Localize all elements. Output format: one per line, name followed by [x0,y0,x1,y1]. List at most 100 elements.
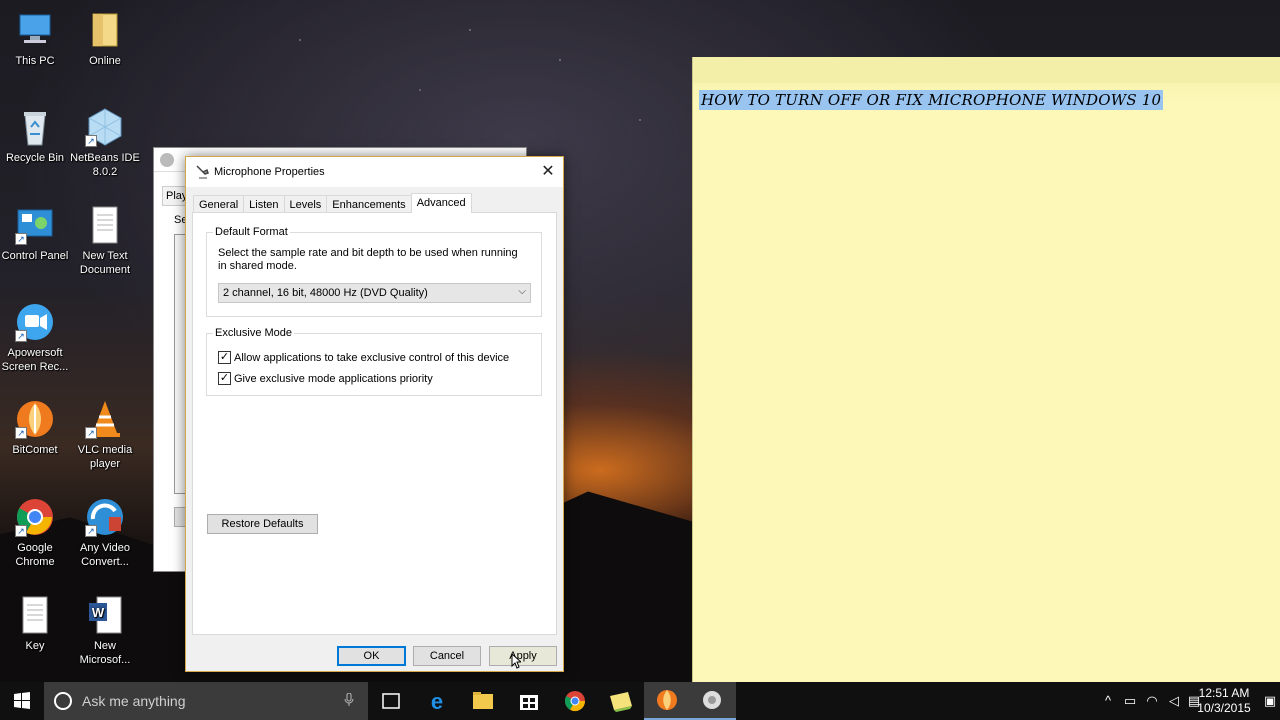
desktop-icon-this-pc[interactable]: This PC [0,10,70,68]
desktop-icon-label: Any Video Convert... [80,542,130,568]
wifi-icon[interactable]: ◠ [1144,693,1160,709]
desktop-icon-label: New Microsof... [79,640,131,666]
sticky-note-header[interactable] [693,57,1280,83]
apply-button[interactable]: Apply [489,646,557,666]
clock-time: 12:51 AM [1198,686,1250,700]
desktop-icon-label: Recycle Bin [5,152,65,164]
battery-icon[interactable]: ▭ [1122,693,1138,709]
desktop-icon-control-panel[interactable]: ↗ Control Panel [0,205,70,263]
shortcut-arrow-icon: ↗ [15,525,27,537]
store-icon [520,695,538,710]
taskbar-bitcomet[interactable] [644,682,690,720]
taskbar-edge[interactable]: e [414,682,460,720]
shortcut-arrow-icon: ↗ [85,135,97,147]
desktop-icon-label: Online [89,55,121,67]
desktop-icon-label: Control Panel [1,250,69,262]
taskbar-file-explorer[interactable] [460,682,506,720]
desktop-icon-label: NetBeans IDE 8.0.2 [70,152,140,178]
video-converter-icon: ↗ [85,497,125,537]
start-button[interactable] [0,682,44,720]
chevron-down-icon: ⌵ [518,286,526,297]
folder-icon [85,10,125,50]
shortcut-arrow-icon: ↗ [15,233,27,245]
desktop-icon-apowersoft[interactable]: ↗ Apowersoft Screen Rec... [0,302,70,374]
taskbar-sound-settings[interactable] [690,682,736,720]
desktop-icon-label: Key [25,640,45,652]
sticky-note-text[interactable]: HOW TO TURN OFF OR FIX MICROPHONE WINDOW… [699,90,1164,110]
task-view-button[interactable] [368,682,414,720]
desktop-icon-label: BitComet [12,444,58,456]
chrome-icon [564,691,586,712]
taskbar-store[interactable] [506,682,552,720]
clock-date: 10/3/2015 [1197,701,1251,715]
shortcut-arrow-icon: ↗ [15,427,27,439]
desktop-icon-new-word-document[interactable]: W New Microsof... [70,595,140,667]
control-panel-icon: ↗ [15,205,55,245]
format-dropdown[interactable]: 2 channel, 16 bit, 48000 Hz (DVD Quality… [218,283,531,303]
windows-logo-icon [14,692,30,709]
task-view-icon [382,693,400,709]
desktop-icon-new-text-document[interactable]: New Text Document [70,205,140,277]
exclusive-priority-label: Give exclusive mode applications priorit… [234,372,433,385]
tab-advanced[interactable]: Advanced [410,193,472,213]
shortcut-arrow-icon: ↗ [85,525,97,537]
tab-enhancements[interactable]: Enhancements [326,195,412,213]
allow-exclusive-checkbox[interactable]: ✓ [218,351,231,364]
dialog-titlebar[interactable]: Microphone Properties ✕ [186,157,563,187]
desktop-icon-recycle-bin[interactable]: Recycle Bin [0,107,70,165]
taskbar-sticky-notes[interactable] [598,682,644,720]
desktop-icon-label: Apowersoft Screen Rec... [1,347,69,373]
desktop-icon-google-chrome[interactable]: ↗ Google Chrome [0,497,70,569]
bitcomet-icon: ↗ [15,399,55,439]
default-format-description: Select the sample rate and bit depth to … [218,247,518,272]
word-document-icon: W [85,595,125,635]
default-format-group: Default Format Select the sample rate an… [206,226,542,317]
tab-levels[interactable]: Levels [283,195,328,213]
notifications-icon[interactable]: ▣ [1262,693,1278,709]
desktop-icon-any-video-converter[interactable]: ↗ Any Video Convert... [70,497,140,569]
speaker-icon [160,153,174,167]
microphone-properties-dialog[interactable]: Microphone Properties ✕ General Listen L… [185,156,564,672]
svg-text:W: W [92,605,105,620]
computer-icon [15,10,55,50]
desktop-icon-label: This PC [15,55,55,67]
desktop-icon-label: VLC media player [77,444,133,470]
close-button[interactable]: ✕ [533,157,563,187]
desktop-icon-vlc[interactable]: ↗ VLC media player [70,399,140,471]
volume-icon[interactable]: ◁ [1166,693,1182,709]
speaker-icon [703,691,721,709]
desktop-icon-label: Google Chrome [15,542,55,568]
recycle-bin-icon [15,107,55,147]
cancel-button[interactable]: Cancel [413,646,481,666]
svg-text:e: e [431,689,443,714]
desktop-icon-bitcomet[interactable]: ↗ BitComet [0,399,70,457]
text-document-icon [85,205,125,245]
tab-general[interactable]: General [193,195,245,213]
exclusive-priority-row[interactable]: ✓ Give exclusive mode applications prior… [218,372,433,385]
taskbar-chrome[interactable] [552,682,598,720]
folder-icon [473,692,493,709]
cortana-search-box[interactable]: Ask me anything [44,682,368,720]
cortana-icon [54,692,72,710]
exclusive-mode-label: Exclusive Mode [213,327,295,339]
tab-listen[interactable]: Listen [243,195,285,213]
restore-defaults-button[interactable]: Restore Defaults [207,514,318,534]
allow-exclusive-row[interactable]: ✓ Allow applications to take exclusive c… [218,351,509,364]
microphone-icon[interactable] [344,692,354,707]
system-tray: ^ ▭ ◠ ◁ ▤ 12:51 AM 10/3/2015 ▣ [1090,682,1280,720]
desktop-icon-online[interactable]: Online [70,10,140,68]
clock[interactable]: 12:51 AM 10/3/2015 [1194,686,1254,716]
tab-strip: General Listen Levels Enhancements Advan… [193,193,472,213]
shortcut-arrow-icon: ↗ [85,427,97,439]
ok-button[interactable]: OK [337,646,406,666]
desktop-icon-key[interactable]: Key [0,595,70,653]
format-dropdown-value: 2 channel, 16 bit, 48000 Hz (DVD Quality… [223,287,428,299]
chevron-up-icon[interactable]: ^ [1100,693,1116,709]
shortcut-arrow-icon: ↗ [15,330,27,342]
desktop-icon-netbeans[interactable]: ↗ NetBeans IDE 8.0.2 [70,107,140,179]
search-placeholder: Ask me anything [82,693,186,709]
sticky-note[interactable]: HOW TO TURN OFF OR FIX MICROPHONE WINDOW… [692,57,1280,682]
netbeans-icon: ↗ [85,107,125,147]
exclusive-priority-checkbox[interactable]: ✓ [218,372,231,385]
advanced-tab-panel: Default Format Select the sample rate an… [192,212,557,635]
